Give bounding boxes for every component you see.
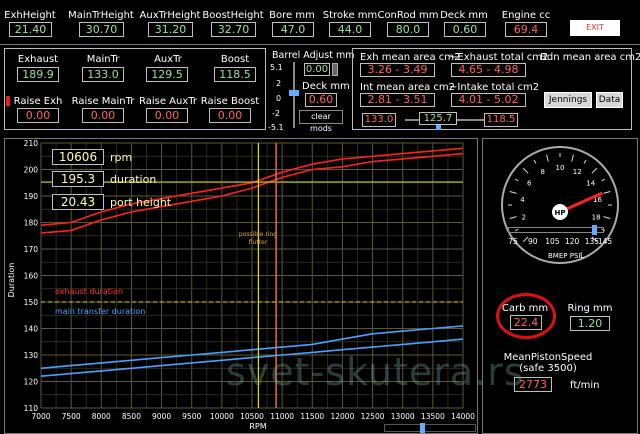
gauge-inner-label: 6 xyxy=(527,180,532,188)
bmep-scale-label: 120 xyxy=(565,237,580,246)
watermark: svet-skutera.rs xyxy=(226,350,525,394)
gauge-l-label: L xyxy=(580,251,585,260)
carb-label: Carb mm xyxy=(501,303,549,314)
gauge-inner-label: 8 xyxy=(541,168,545,176)
gauge-inner-label: 4 xyxy=(520,196,525,204)
carb-field[interactable]: 22.4 xyxy=(510,315,542,330)
ring-field[interactable]: 1.20 xyxy=(570,316,610,331)
mean-piston-speed-unit: ft/min xyxy=(570,380,600,391)
bmep-scale-label: 75 xyxy=(508,237,518,246)
bmep-scale-label: 145 xyxy=(598,237,613,246)
mean-piston-speed-sublabel: (safe 3500) xyxy=(519,363,577,374)
gauge-inner-label: 14 xyxy=(586,180,595,188)
bmep-slider-track[interactable] xyxy=(508,227,604,233)
ring-label: Ring mm xyxy=(567,303,613,314)
hp-label: HP xyxy=(555,209,566,217)
gauge-inner-label: 12 xyxy=(573,168,582,176)
bmep-slider-thumb[interactable] xyxy=(592,225,597,235)
bmep-label: BMEP PSI xyxy=(548,252,580,260)
bmep-scale-label: 105 xyxy=(545,237,560,246)
gauge-inner-label: 2 xyxy=(522,214,526,222)
gauge-inner-label: 18 xyxy=(592,214,601,222)
gauge-inner-label: 10 xyxy=(556,164,565,172)
bmep-scale-label: 90 xyxy=(528,237,538,246)
